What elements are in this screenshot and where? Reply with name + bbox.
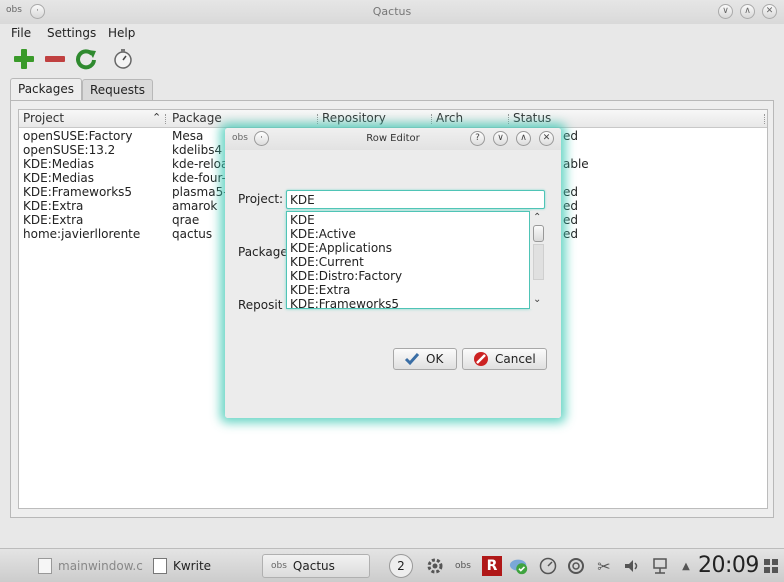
desktop-icon[interactable] — [762, 556, 780, 576]
cell-project: KDE:Medias — [23, 171, 95, 185]
network-icon[interactable] — [650, 556, 670, 576]
cell-project: KDE:Extra — [23, 199, 84, 213]
table-header: Project ⌃ Package Repository Arch Status — [19, 110, 767, 128]
list-item[interactable]: KDE:Active — [290, 227, 356, 241]
menu-bar: File Settings Help — [0, 24, 784, 44]
scroll-up-icon[interactable]: ⌃ — [533, 213, 541, 223]
minimize-button[interactable]: ∨ — [718, 4, 733, 19]
rekonq-icon[interactable]: R — [482, 556, 502, 576]
list-item[interactable]: KDE:Distro:Factory — [290, 269, 402, 283]
add-icon[interactable] — [11, 46, 37, 72]
timer-icon[interactable] — [110, 46, 136, 72]
header-status[interactable]: Status — [513, 111, 551, 125]
ok-button[interactable]: OK — [393, 348, 457, 370]
scroll-track[interactable] — [533, 244, 544, 280]
task-label: mainwindow.c — [58, 559, 143, 573]
ok-label: OK — [426, 352, 444, 366]
close-button[interactable]: ✕ — [762, 4, 777, 19]
cell-status: ed — [563, 199, 578, 213]
task-qactus[interactable]: obs Qactus — [262, 554, 370, 578]
cell-project: KDE:Frameworks5 — [23, 185, 133, 199]
dialog-close-button[interactable]: ✕ — [539, 131, 554, 146]
help-button[interactable]: ? — [470, 131, 485, 146]
header-package[interactable]: Package — [172, 111, 222, 125]
cell-package: kde-four-l — [172, 171, 230, 185]
sort-ascending-icon: ⌃ — [152, 111, 162, 124]
cell-package: qactus — [172, 227, 213, 241]
tray-expand-icon[interactable]: ▲ — [676, 556, 696, 576]
cell-status: ed — [563, 227, 578, 241]
document-icon — [38, 558, 52, 574]
refresh-icon[interactable] — [73, 46, 99, 72]
project-label: Project: — [238, 192, 284, 206]
cell-status: able — [563, 157, 589, 171]
package-label: Package — [238, 245, 288, 259]
dialog-title: Row Editor — [366, 133, 420, 144]
list-item[interactable]: KDE:Frameworks5 — [290, 297, 399, 308]
scissors-icon[interactable]: ✂ — [594, 556, 614, 576]
header-repository[interactable]: Repository — [322, 111, 386, 125]
menu-file[interactable]: File — [11, 26, 31, 40]
dialog-maximize-button[interactable]: ∧ — [516, 131, 531, 146]
completion-scrollbar[interactable]: ⌃ ⌄ — [530, 211, 546, 309]
repository-label: Reposit — [238, 298, 283, 312]
cell-package: Mesa — [172, 129, 204, 143]
scroll-down-icon[interactable]: ⌄ — [533, 295, 541, 305]
cell-package: plasma5- — [172, 185, 228, 199]
list-item[interactable]: KDE:Current — [290, 255, 364, 269]
taskbar: mainwindow.c Kwrite obs Qactus 2 obs R ✂… — [0, 548, 784, 582]
row-editor-dialog: obs · Row Editor ? ∨ ∧ ✕ Project: Packag… — [225, 128, 561, 418]
window-title: Qactus — [372, 5, 412, 18]
cancel-icon — [473, 351, 489, 367]
gauge-icon[interactable] — [538, 556, 558, 576]
toolbar — [0, 44, 784, 74]
task-label: Kwrite — [173, 559, 212, 573]
header-arch[interactable]: Arch — [436, 111, 463, 125]
dialog-minimize-button[interactable]: ∨ — [493, 131, 508, 146]
gear-icon[interactable] — [425, 556, 445, 576]
project-input[interactable] — [286, 190, 545, 209]
dialog-title-bar[interactable]: obs · Row Editor ? ∨ ∧ ✕ — [225, 128, 561, 150]
clock[interactable]: 20:09 — [698, 553, 759, 578]
task-label: Qactus — [292, 559, 335, 573]
list-item[interactable]: KDE:Extra — [290, 283, 350, 297]
header-project[interactable]: Project — [23, 111, 64, 125]
kwrite-icon — [153, 558, 167, 574]
cancel-button[interactable]: Cancel — [462, 348, 547, 370]
cancel-label: Cancel — [495, 352, 536, 366]
cell-project: openSUSE:Factory — [23, 129, 133, 143]
cell-status: ed — [563, 185, 578, 199]
volume-icon[interactable] — [622, 556, 642, 576]
list-item[interactable]: KDE:Applications — [290, 241, 392, 255]
cell-project: home:javierllorente — [23, 227, 141, 241]
cloud-sync-icon[interactable] — [509, 556, 529, 576]
obs-logo-icon: obs — [271, 561, 287, 571]
maximize-button[interactable]: ∧ — [740, 4, 755, 19]
checkmark-icon — [404, 351, 420, 367]
lifebuoy-icon[interactable] — [566, 556, 586, 576]
cell-project: KDE:Extra — [23, 213, 84, 227]
list-item[interactable]: KDE — [290, 213, 315, 227]
title-bar[interactable]: obs · Qactus ∨ ∧ ✕ — [0, 0, 784, 24]
completion-list[interactable]: KDE KDE:Active KDE:Applications KDE:Curr… — [286, 211, 530, 309]
cell-package: qrae — [172, 213, 200, 227]
cell-package: kdelibs4 — [172, 143, 223, 157]
scroll-handle[interactable] — [533, 225, 544, 242]
tab-packages[interactable]: Packages — [10, 78, 82, 101]
menu-help[interactable]: Help — [108, 26, 135, 40]
remove-icon[interactable] — [42, 46, 68, 72]
pager-button[interactable]: 2 — [389, 554, 413, 578]
tab-requests[interactable]: Requests — [82, 79, 153, 101]
obs-tray-icon[interactable]: obs — [453, 556, 473, 576]
menu-settings[interactable]: Settings — [47, 26, 96, 40]
cell-project: openSUSE:13.2 — [23, 143, 116, 157]
task-kwrite[interactable]: Kwrite — [153, 554, 211, 578]
cell-package: amarok — [172, 199, 218, 213]
task-mainwindow[interactable]: mainwindow.c — [38, 554, 143, 578]
cell-project: KDE:Medias — [23, 157, 95, 171]
cell-status: ed — [563, 129, 578, 143]
cell-status: ed — [563, 213, 578, 227]
